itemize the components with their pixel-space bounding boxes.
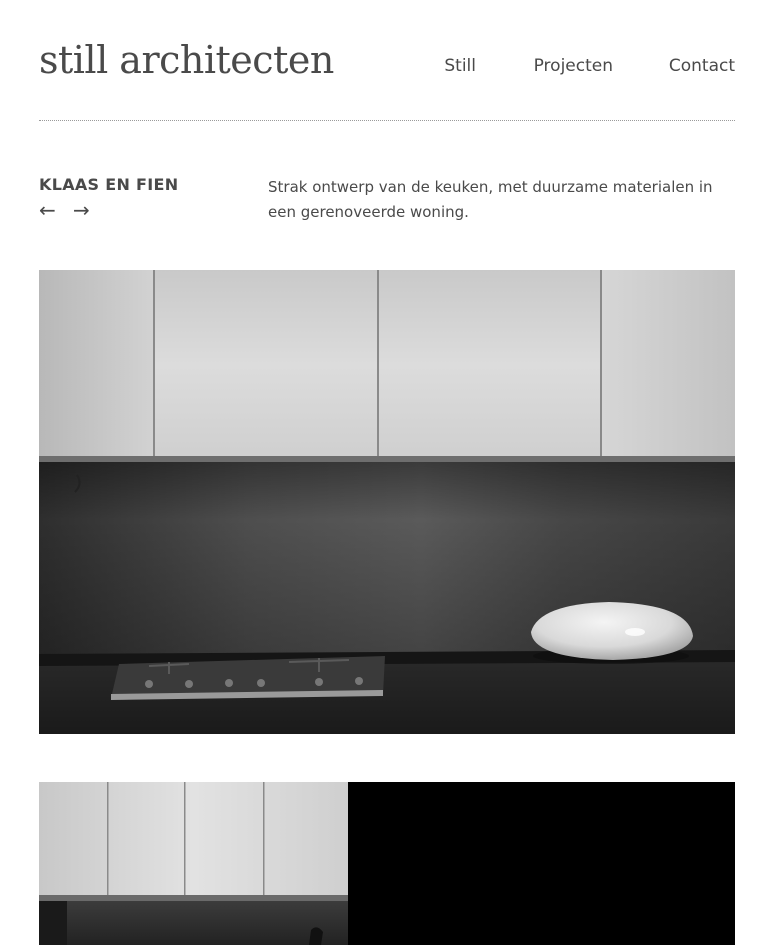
project-description: Strak ontwerp van de keuken, met duurzam… [268,178,713,221]
next-arrow-icon[interactable]: → [73,198,97,222]
header-divider [39,120,735,121]
project-photo-2 [39,782,735,945]
nav-item-contact[interactable]: Contact [669,56,735,76]
project-pager: ← → [39,198,97,222]
project-photo-1 [39,270,735,734]
project-title: KLAAS EN FIEN [39,175,179,194]
prev-arrow-icon[interactable]: ← [39,198,63,222]
nav-item-still[interactable]: Still [444,56,476,76]
site-logo[interactable]: still architecten [39,38,334,82]
site-header: still architecten Still Projecten Contac… [39,30,735,90]
nav-item-projecten[interactable]: Projecten [534,56,613,76]
